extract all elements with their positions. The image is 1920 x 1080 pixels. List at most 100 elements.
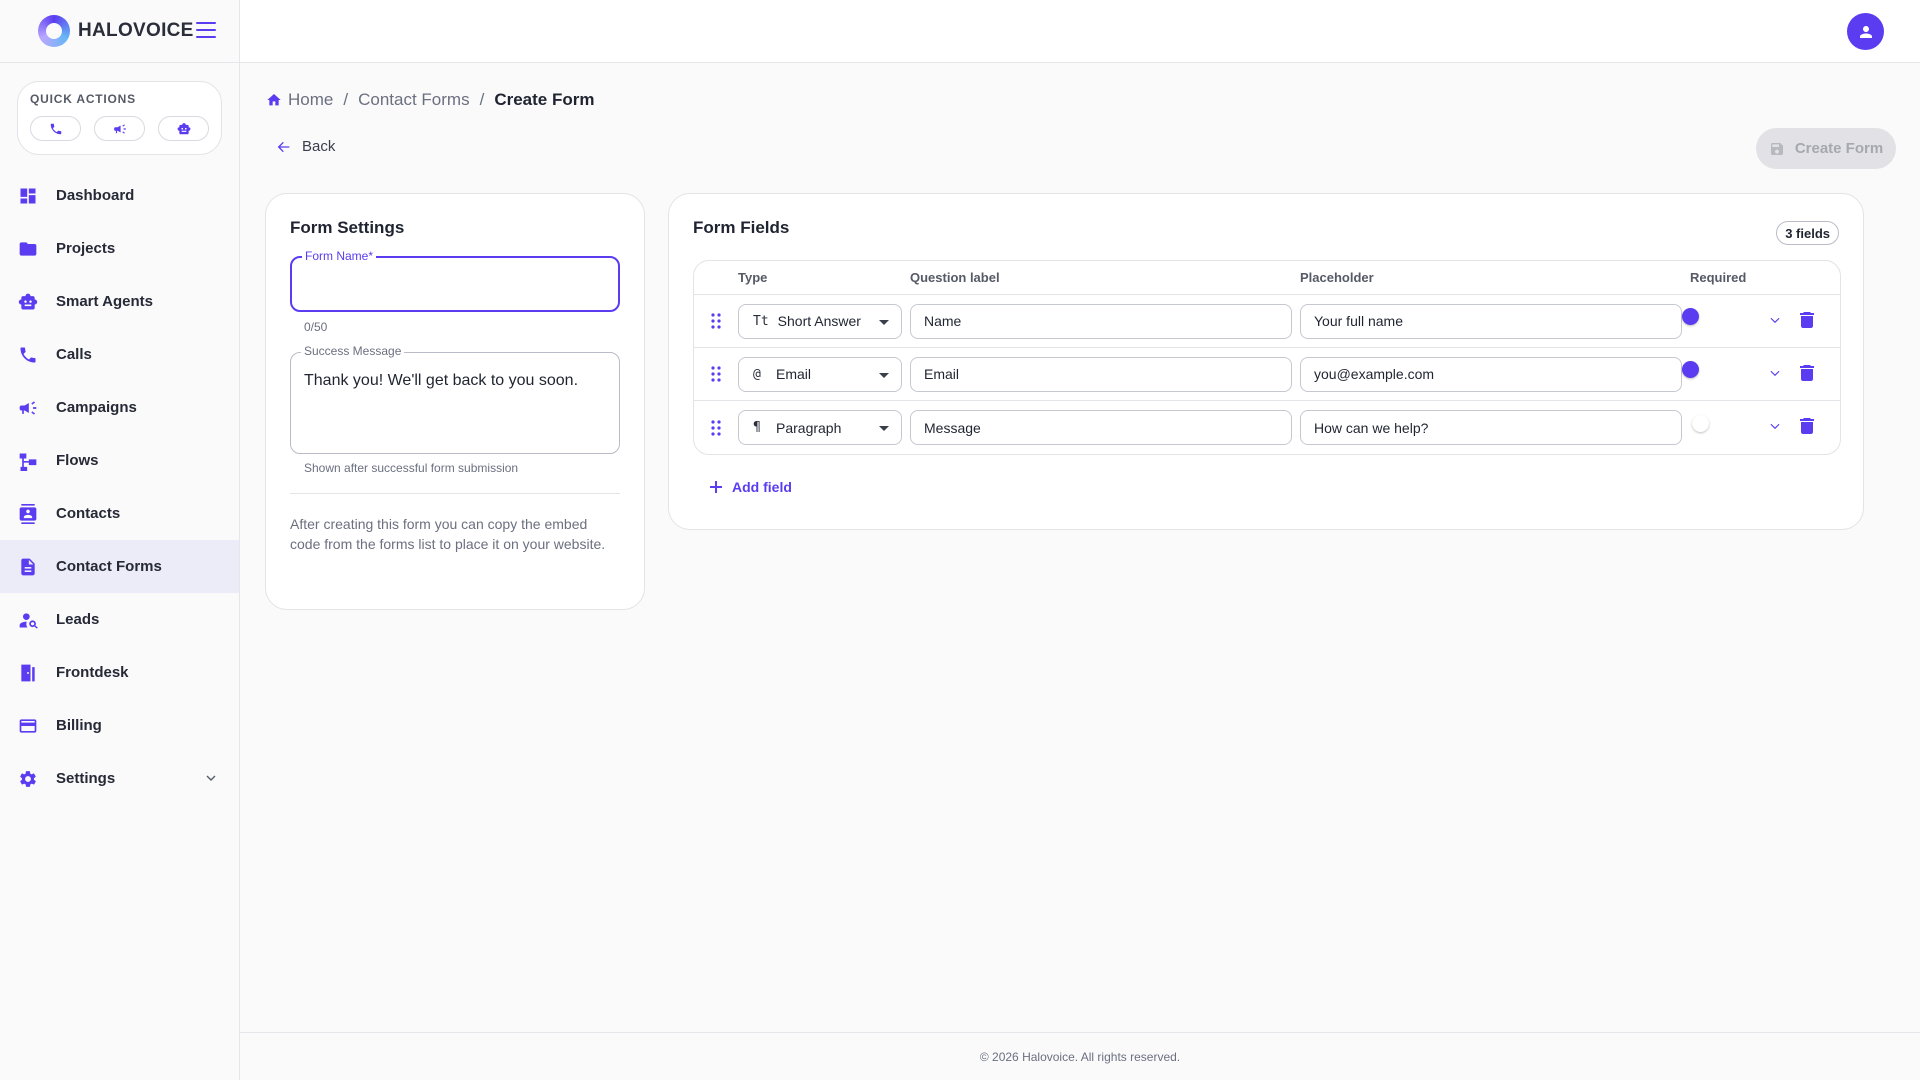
create-form-button[interactable]: Create Form (1756, 128, 1896, 169)
sidebar-item-projects[interactable]: Projects (0, 222, 239, 275)
breadcrumb-separator: / (479, 90, 485, 109)
contacts-icon (18, 503, 38, 524)
sidebar-item-calls[interactable]: Calls (0, 328, 239, 381)
delete-trash-icon[interactable] (1800, 418, 1814, 439)
sidebar-item-campaigns[interactable]: Campaigns (0, 381, 239, 434)
home-icon (267, 94, 281, 106)
fields-table-header: Type Question label Placeholder Required (694, 261, 1840, 295)
sidebar-item-settings[interactable]: Settings (0, 752, 239, 805)
delete-trash-icon[interactable] (1800, 312, 1814, 333)
field-type-select[interactable]: Tt Short Answer (738, 303, 902, 339)
caret-down-icon (879, 319, 889, 325)
plus-icon (710, 481, 722, 493)
question-label-input[interactable]: Name (910, 303, 1292, 339)
delete-trash-icon[interactable] (1800, 365, 1814, 386)
sidebar-item-smart-agents[interactable]: Smart Agents (0, 275, 239, 328)
breadcrumb-separator: / (343, 90, 349, 109)
field-type-select[interactable]: ¶ Paragraph (738, 410, 902, 445)
form-name-field: Form Name* (290, 249, 620, 312)
success-message-value[interactable]: Thank you! We'll get back to you soon. (291, 353, 619, 409)
divider (290, 493, 620, 494)
placeholder-input[interactable]: How can we help? (1300, 410, 1682, 445)
breadcrumb-contact-forms-link[interactable]: Contact Forms (358, 90, 469, 110)
user-avatar-button[interactable] (1847, 13, 1884, 50)
gear-icon (18, 769, 38, 789)
form-name-label: Form Name* (302, 249, 377, 263)
fields-count-badge: 3 fields (1776, 221, 1839, 245)
sidebar-item-dashboard[interactable]: Dashboard (0, 169, 239, 222)
sidebar-item-label: Dashboard (56, 187, 135, 204)
question-label-input[interactable]: Message (910, 410, 1292, 445)
sidebar-item-label: Flows (56, 452, 99, 469)
drag-handle-icon[interactable] (694, 313, 738, 329)
success-message-field[interactable]: Success Message Thank you! We'll get bac… (290, 344, 620, 454)
breadcrumb-current: Create Form (494, 90, 595, 109)
main-content: Home / Contact Forms / Create Form Back … (240, 64, 1920, 1080)
sidebar-item-contacts[interactable]: Contacts (0, 487, 239, 540)
paragraph-icon: ¶ (753, 420, 761, 435)
fields-table: Type Question label Placeholder Required… (693, 260, 1841, 455)
expand-chevron-icon[interactable] (1768, 419, 1782, 438)
form-fields-card: Form Fields 3 fields Type Question label… (668, 193, 1864, 530)
expand-chevron-icon[interactable] (1768, 366, 1782, 385)
field-type-value: Short Answer (777, 313, 861, 329)
header-question-label: Question label (910, 270, 1000, 285)
flow-icon (18, 451, 38, 471)
form-settings-title: Form Settings (290, 218, 405, 237)
halovoice-logo (38, 15, 70, 47)
table-row: ¶ Paragraph Message How can we help? (694, 401, 1840, 454)
header-type: Type (738, 270, 768, 285)
sidebar-item-flows[interactable]: Flows (0, 434, 239, 487)
drag-handle-icon[interactable] (694, 366, 738, 382)
megaphone-icon (113, 123, 126, 134)
user-icon (1859, 25, 1872, 38)
quick-call-button[interactable] (30, 116, 81, 141)
field-type-value: Email (776, 366, 812, 382)
placeholder-input[interactable]: you@example.com (1300, 356, 1682, 392)
sidebar-item-label: Contacts (56, 505, 121, 522)
dashboard-icon (18, 186, 38, 206)
quick-actions-panel: QUICK ACTIONS (17, 81, 222, 155)
back-button[interactable]: Back (276, 138, 335, 155)
sidebar-item-billing[interactable]: Billing (0, 699, 239, 752)
field-type-value: Paragraph (776, 419, 842, 436)
brand-header: HALOVOICE (0, 0, 239, 63)
arrow-left-icon (277, 141, 290, 152)
success-message-hint: Shown after successful form submission (304, 461, 519, 475)
embed-info-text: After creating this form you can copy th… (290, 516, 606, 552)
create-form-label: Create Form (1794, 140, 1884, 157)
field-type-select[interactable]: @ Email (738, 356, 902, 392)
chevron-down-icon[interactable] (203, 770, 219, 786)
phone-icon (50, 123, 61, 134)
sidebar-item-label: Billing (56, 717, 102, 734)
success-message-label: Success Message (301, 344, 405, 358)
form-name-counter: 0/50 (304, 320, 328, 334)
question-label-input[interactable]: Email (910, 356, 1292, 392)
quick-campaign-button[interactable] (94, 116, 145, 141)
sidebar-item-contact-forms[interactable]: Contact Forms (0, 540, 239, 593)
placeholder-input[interactable]: Your full name (1300, 303, 1682, 339)
copyright-text: © 2026 Halovoice. All rights reserved. (979, 1049, 1181, 1064)
header-required: Required (1690, 270, 1747, 285)
back-label: Back (302, 138, 336, 155)
drag-handle-icon[interactable] (694, 419, 738, 436)
sidebar: HALOVOICE QUICK ACTIONS Dashboard Projec… (0, 0, 240, 1080)
robot-icon (177, 122, 190, 134)
breadcrumb: Home / Contact Forms / Create Form (266, 90, 594, 110)
sidebar-item-label: Settings (56, 770, 116, 787)
short-answer-icon: Tt (753, 313, 769, 329)
add-field-button[interactable]: Add field (710, 479, 1839, 495)
quick-agent-button[interactable] (158, 116, 209, 141)
top-bar (240, 0, 1920, 63)
phone-icon (18, 345, 38, 365)
add-field-label: Add field (732, 479, 792, 495)
form-name-input[interactable] (292, 258, 618, 310)
expand-chevron-icon[interactable] (1768, 313, 1782, 332)
sidebar-item-frontdesk[interactable]: Frontdesk (0, 646, 239, 699)
sidebar-item-leads[interactable]: Leads (0, 593, 239, 646)
breadcrumb-home-link[interactable]: Home (288, 90, 333, 110)
sidebar-item-label: Campaigns (56, 399, 137, 416)
hamburger-menu-icon[interactable] (196, 22, 216, 38)
footer: © 2026 Halovoice. All rights reserved. (240, 1032, 1920, 1080)
door-icon (18, 663, 38, 683)
